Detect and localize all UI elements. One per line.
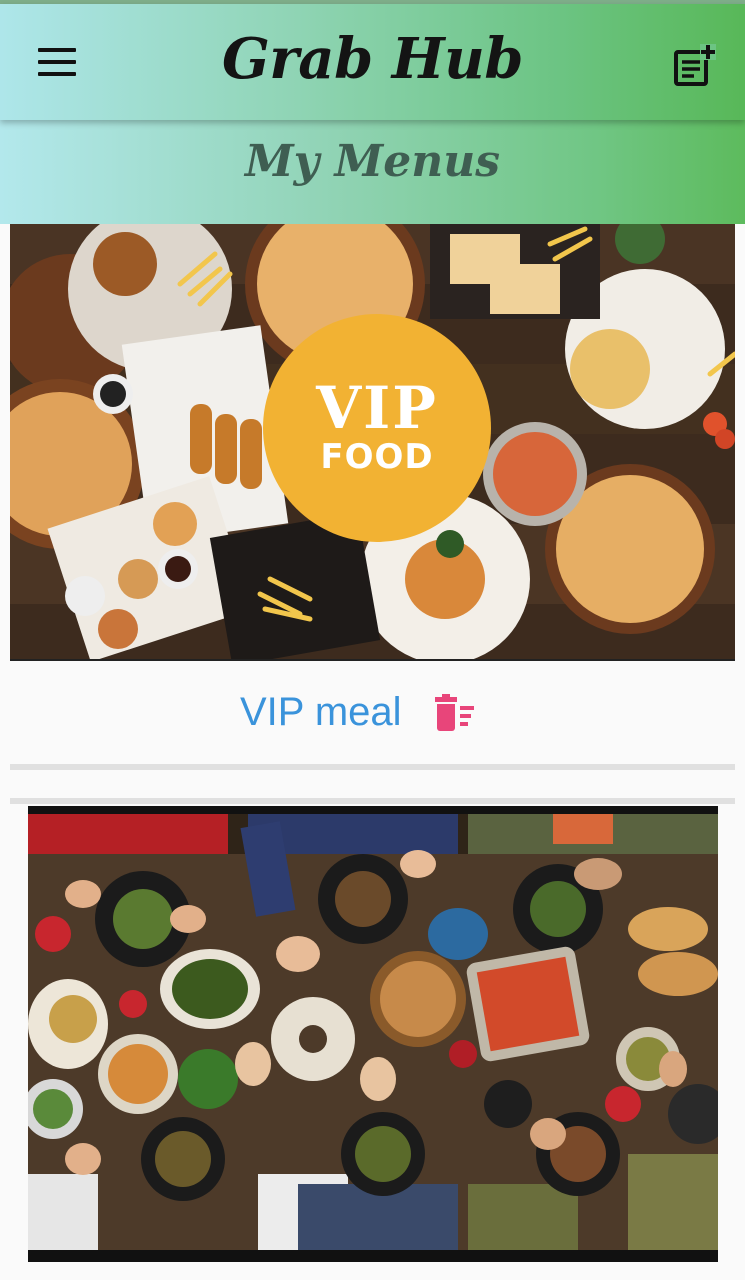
menu-image-vip-food[interactable]: VIP FOOD xyxy=(10,224,735,661)
app-title: Grab Hub xyxy=(221,26,524,92)
page-title: My Menus xyxy=(244,136,501,187)
divider xyxy=(10,798,735,804)
menu-item-row: VIP meal xyxy=(0,680,745,750)
dinner-table-illustration xyxy=(28,814,718,1250)
divider xyxy=(10,764,735,770)
vip-food-badge: VIP FOOD xyxy=(263,314,491,542)
badge-line2: FOOD xyxy=(320,437,434,477)
note-add-icon[interactable] xyxy=(670,42,718,90)
menu-name[interactable]: VIP meal xyxy=(240,690,402,735)
delete-sweep-icon[interactable] xyxy=(432,694,478,734)
menu-image-shared-table[interactable] xyxy=(28,806,718,1262)
app-bar: Grab Hub xyxy=(0,4,745,120)
badge-line1: VIP xyxy=(316,374,438,442)
